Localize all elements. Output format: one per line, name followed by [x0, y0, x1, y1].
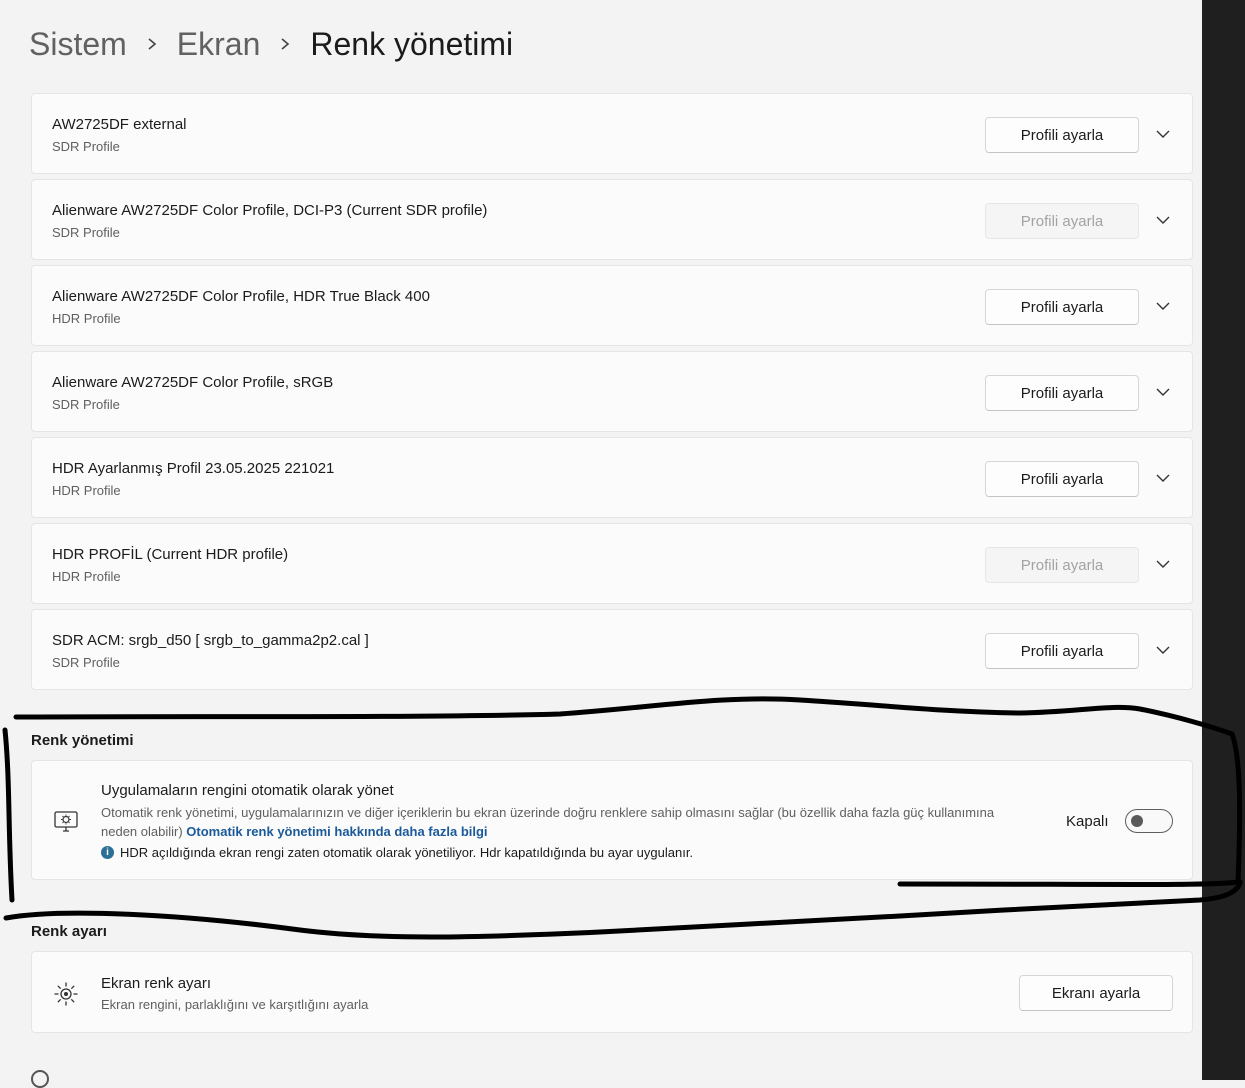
profile-card[interactable]: Alienware AW2725DF Color Profile, DCI-P3…	[31, 179, 1193, 260]
profile-type: SDR Profile	[52, 397, 120, 412]
configure-profile-button: Profili ayarla	[985, 203, 1139, 239]
profile-name: SDR ACM: srgb_d50 [ srgb_to_gamma2p2.cal…	[52, 632, 369, 649]
chevron-down-icon[interactable]	[1154, 641, 1172, 659]
learn-more-link[interactable]: Otomatik renk yönetimi hakkında daha faz…	[186, 824, 487, 839]
profile-type: HDR Profile	[52, 569, 121, 584]
profile-type: SDR Profile	[52, 655, 120, 670]
toggle-knob	[1131, 815, 1143, 827]
profile-type: SDR Profile	[52, 139, 120, 154]
configure-profile-button[interactable]: Profili ayarla	[985, 375, 1139, 411]
brightness-sun-icon	[54, 982, 78, 1006]
display-calibration-card: Ekran renk ayarı Ekran rengini, parlaklı…	[31, 951, 1193, 1033]
section-heading-color-calibration: Renk ayarı	[31, 923, 107, 940]
auto-color-management-toggle[interactable]	[1125, 809, 1173, 833]
section-heading-color-management: Renk yönetimi	[31, 732, 134, 749]
profile-card[interactable]: SDR ACM: srgb_d50 [ srgb_to_gamma2p2.cal…	[31, 609, 1193, 690]
chevron-down-icon[interactable]	[1154, 383, 1172, 401]
setting-description: Otomatik renk yönetimi, uygulamalarınızı…	[101, 803, 1031, 841]
profile-name: AW2725DF external	[52, 116, 187, 133]
page-title: Renk yönetimi	[310, 25, 514, 62]
profile-name: HDR PROFİL (Current HDR profile)	[52, 546, 289, 563]
profile-type: HDR Profile	[52, 483, 121, 498]
window-edge	[1202, 0, 1245, 1080]
chevron-down-icon[interactable]	[1154, 125, 1172, 143]
breadcrumb-item-ekran[interactable]: Ekran	[177, 26, 261, 63]
chevron-right-icon	[127, 37, 177, 51]
configure-profile-button[interactable]: Profili ayarla	[985, 117, 1139, 153]
chevron-down-icon[interactable]	[1154, 469, 1172, 487]
profile-card[interactable]: AW2725DF external SDR Profile Profili ay…	[31, 93, 1193, 174]
chevron-down-icon[interactable]	[1154, 555, 1172, 573]
setting-title: Ekran renk ayarı	[101, 975, 212, 992]
info-icon: i	[101, 846, 114, 859]
profile-card[interactable]: Alienware AW2725DF Color Profile, sRGB S…	[31, 351, 1193, 432]
toggle-state-label: Kapalı	[1066, 813, 1109, 830]
profile-name: Alienware AW2725DF Color Profile, DCI-P3…	[52, 202, 488, 219]
profile-type: HDR Profile	[52, 311, 121, 326]
profile-name: Alienware AW2725DF Color Profile, sRGB	[52, 374, 334, 391]
profile-name: Alienware AW2725DF Color Profile, HDR Tr…	[52, 288, 430, 305]
configure-profile-button[interactable]: Profili ayarla	[985, 289, 1139, 325]
monitor-color-icon	[54, 811, 78, 832]
auto-color-management-card: Uygulamaların rengini otomatik olarak yö…	[31, 760, 1193, 880]
hdr-info-note: i HDR açıldığında ekran rengi zaten otom…	[101, 845, 693, 860]
profile-card[interactable]: Alienware AW2725DF Color Profile, HDR Tr…	[31, 265, 1193, 346]
configure-profile-button: Profili ayarla	[985, 547, 1139, 583]
configure-profile-button[interactable]: Profili ayarla	[985, 633, 1139, 669]
breadcrumb: Sistem Ekran Renk yönetimi	[29, 22, 513, 66]
note-text: HDR açıldığında ekran rengi zaten otomat…	[120, 845, 694, 860]
configure-profile-button[interactable]: Profili ayarla	[985, 461, 1139, 497]
profile-type: SDR Profile	[52, 225, 120, 240]
profile-name: HDR Ayarlanmış Profil 23.05.2025 221021	[52, 460, 335, 477]
calibrate-display-button[interactable]: Ekranı ayarla	[1019, 975, 1173, 1011]
profile-card[interactable]: HDR PROFİL (Current HDR profile) HDR Pro…	[31, 523, 1193, 604]
settings-content: Sistem Ekran Renk yönetimi AW2725DF exte…	[0, 0, 1202, 1088]
profile-card[interactable]: HDR Ayarlanmış Profil 23.05.2025 221021 …	[31, 437, 1193, 518]
chevron-down-icon[interactable]	[1154, 211, 1172, 229]
setting-description: Ekran rengini, parlaklığını ve karşıtlığ…	[101, 997, 369, 1012]
chevron-down-icon[interactable]	[1154, 297, 1172, 315]
breadcrumb-item-sistem[interactable]: Sistem	[29, 26, 127, 63]
chevron-right-icon	[260, 37, 310, 51]
help-icon[interactable]	[31, 1070, 49, 1088]
setting-title: Uygulamaların rengini otomatik olarak yö…	[101, 782, 394, 799]
